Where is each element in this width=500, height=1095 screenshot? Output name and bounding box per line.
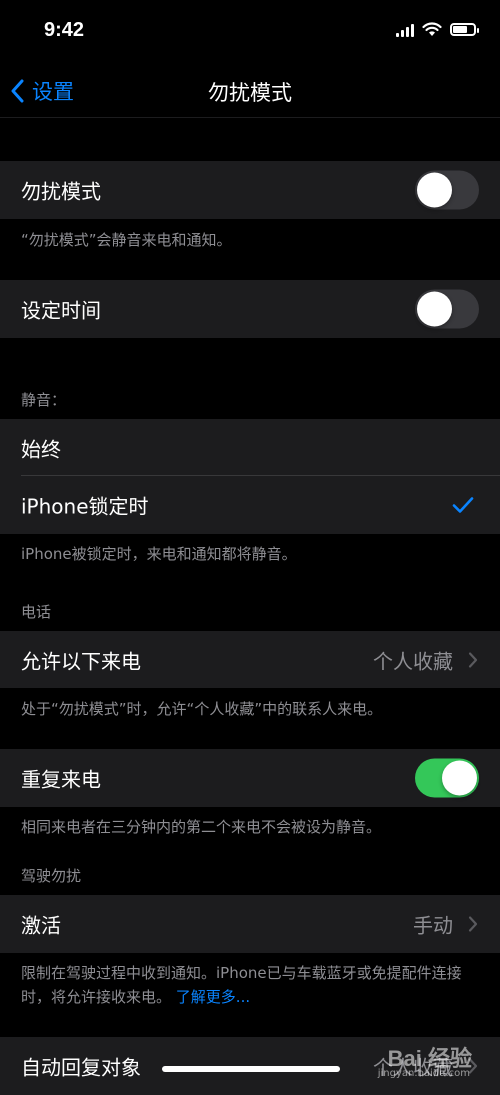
- chevron-right-icon: [468, 916, 478, 932]
- repeated-calls-label: 重复来电: [21, 767, 101, 792]
- chevron-right-icon: [468, 651, 478, 668]
- checkmark-icon: [452, 497, 474, 513]
- silence-header: 静音：: [21, 391, 67, 409]
- navigation-bar: 设置 勿扰模式: [0, 60, 500, 118]
- phone-header: 电话: [21, 603, 52, 621]
- dnd-row: 勿扰模式: [0, 161, 500, 219]
- dnd-label: 勿扰模式: [21, 179, 101, 204]
- home-indicator[interactable]: [162, 1066, 340, 1072]
- repeated-calls-footer: 相同来电者在三分钟内的第二个来电不会被设为静音。: [21, 818, 382, 836]
- status-time: 9:42: [44, 19, 85, 41]
- driving-activate-row[interactable]: 激活 手动: [0, 895, 500, 953]
- battery-icon: [450, 23, 479, 36]
- allow-calls-label: 允许以下来电: [21, 649, 141, 673]
- status-bar: 9:42: [0, 0, 500, 60]
- learn-more-link[interactable]: 了解更多...: [176, 988, 250, 1006]
- repeated-calls-row: 重复来电: [0, 749, 500, 807]
- allow-calls-footer: 处于“勿扰模式”时，允许“个人收藏”中的联系人来电。: [21, 700, 383, 718]
- dnd-footer: “勿扰模式”会静音来电和通知。: [21, 231, 232, 249]
- watermark-url: jingyan.baidu.com: [377, 1068, 470, 1079]
- driving-activate-value: 手动: [413, 913, 453, 938]
- silence-option-locked[interactable]: iPhone锁定时: [0, 476, 500, 534]
- driving-header: 驾驶勿扰: [21, 867, 82, 885]
- driving-activate-label: 激活: [21, 913, 61, 938]
- silence-option-label: iPhone锁定时: [21, 494, 149, 519]
- allow-calls-row[interactable]: 允许以下来电 个人收藏: [0, 631, 500, 688]
- cellular-signal-icon: [396, 23, 414, 37]
- auto-reply-label: 自动回复对象: [21, 1055, 141, 1080]
- allow-calls-value: 个人收藏: [373, 649, 453, 673]
- status-icons: [396, 22, 479, 37]
- scheduled-row: 设定时间: [0, 280, 500, 338]
- wifi-icon: [422, 22, 442, 36]
- silence-option-label: 始终: [21, 437, 61, 461]
- silence-option-always[interactable]: 始终: [0, 419, 500, 476]
- driving-footer: 限制在驾驶过程中收到通知。iPhone已与车载蓝牙或免提配件连接时，将允许接收来…: [21, 961, 486, 1009]
- silence-footer: iPhone被锁定时，来电和通知都将静音。: [21, 545, 297, 563]
- page-title: 勿扰模式: [208, 81, 292, 105]
- dnd-toggle[interactable]: [415, 170, 479, 210]
- repeated-calls-toggle[interactable]: [415, 758, 479, 798]
- scheduled-label: 设定时间: [21, 298, 101, 323]
- scheduled-toggle[interactable]: [415, 289, 479, 329]
